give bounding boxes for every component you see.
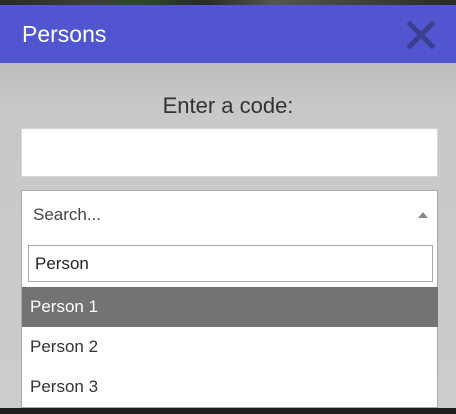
option-person-1[interactable]: Person 1 [22, 287, 438, 327]
person-select[interactable]: Search... [21, 190, 438, 239]
close-button[interactable] [406, 20, 436, 50]
caret-up-icon [418, 212, 428, 218]
code-input[interactable] [21, 128, 438, 177]
code-prompt: Enter a code: [162, 93, 294, 118]
close-x-icon [406, 20, 436, 50]
option-person-3[interactable]: Person 3 [22, 367, 438, 407]
dialog-title: Persons [22, 20, 107, 47]
select-dropdown: Person 1 Person 2 Person 3 [21, 238, 438, 408]
dialog-titlebar: Persons [0, 5, 456, 63]
options-list: Person 1 Person 2 Person 3 [22, 287, 438, 407]
persons-dialog: Persons Enter a code: Search... Person 1… [0, 0, 456, 414]
dropdown-search-input[interactable] [28, 245, 433, 282]
option-person-2[interactable]: Person 2 [22, 327, 438, 367]
select-placeholder: Search... [33, 204, 102, 224]
background-bottom-edge [0, 408, 456, 414]
